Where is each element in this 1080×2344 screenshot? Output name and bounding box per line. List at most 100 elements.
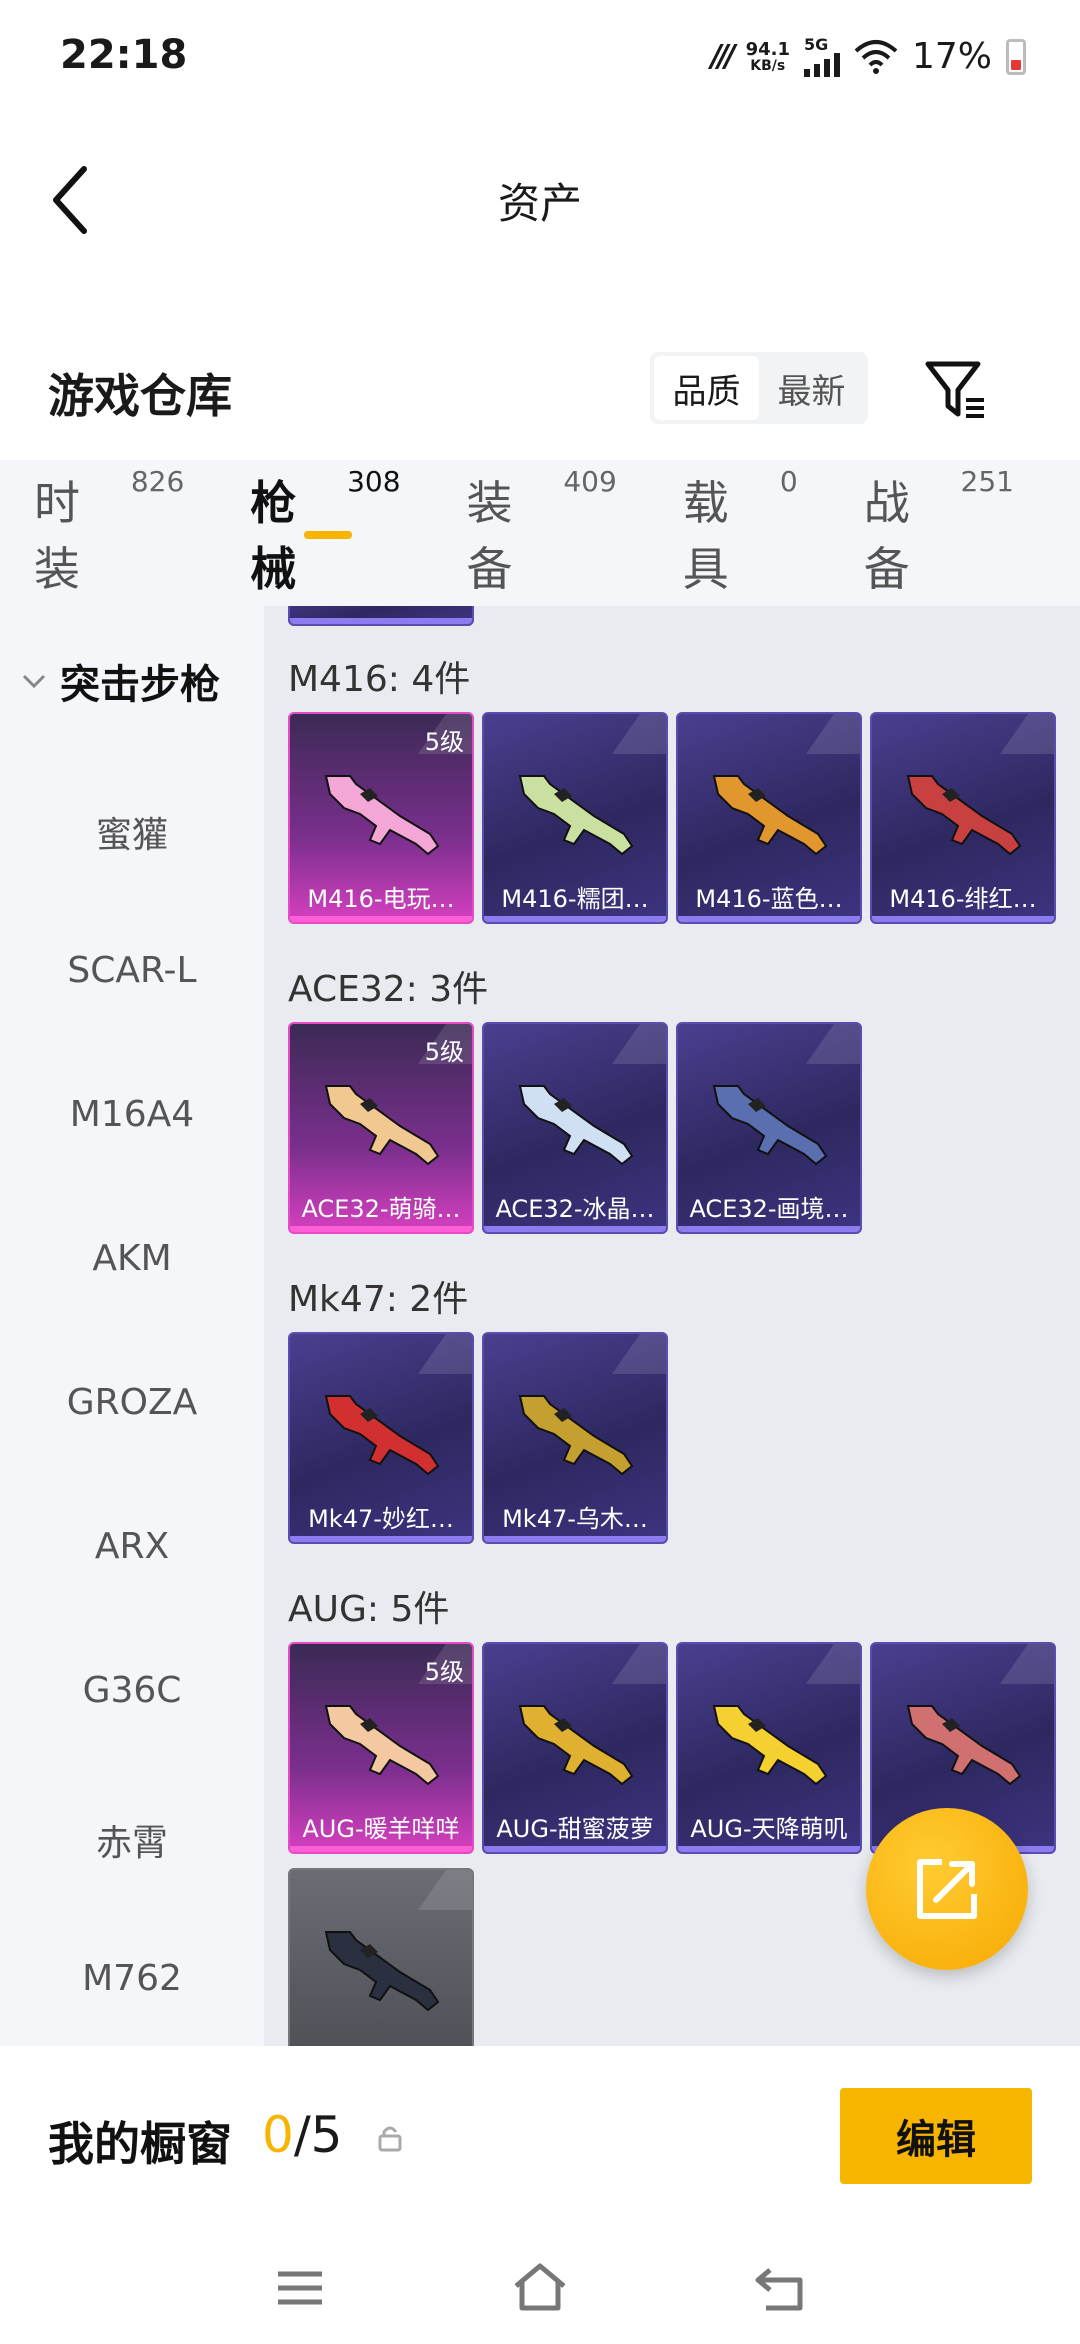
sort-quality-option[interactable]: 品质 <box>654 356 759 420</box>
menu-icon[interactable] <box>270 2258 330 2318</box>
tab-equipment[interactable]: 装备 409 <box>467 465 617 599</box>
card-decoration <box>611 1334 666 1374</box>
weapon-name: M416-蓝色… <box>695 885 843 913</box>
network-speed: 94.1 KB/s <box>745 38 790 74</box>
weapon-name: Mk47-乌木… <box>502 1505 648 1533</box>
rarity-bar <box>290 916 472 922</box>
sidebar-item[interactable]: ARX <box>0 1526 264 1567</box>
weapon-card[interactable]: Mk47-妙红… <box>288 1332 474 1544</box>
sidebar-item[interactable]: SCAR-L <box>0 950 264 991</box>
weapon-card[interactable]: 5级 ACE32-萌骑… <box>288 1022 474 1234</box>
card-decoration <box>999 1644 1054 1684</box>
weapon-type-sidebar: 突击步枪 蜜獾 SCAR-L M16A4 AKM GROZA ARX G36C … <box>0 606 264 2046</box>
group-title: M416: 4件 <box>288 659 471 700</box>
rarity-bar <box>290 1846 472 1852</box>
tab-vehicles[interactable]: 载具 0 <box>683 465 798 599</box>
filter-button[interactable] <box>920 354 990 424</box>
weapon-card[interactable] <box>288 1868 474 2046</box>
card-decoration <box>611 714 666 754</box>
filter-icon <box>925 361 984 418</box>
tier-badge: 5级 <box>424 1038 464 1066</box>
rarity-bar <box>290 1536 472 1542</box>
sidebar-item[interactable]: GROZA <box>0 1382 264 1423</box>
group-title: AUG: 5件 <box>288 1589 450 1630</box>
rarity-bar <box>872 916 1054 922</box>
weapon-card[interactable]: M416-蓝色… <box>676 712 862 924</box>
weapon-card[interactable]: M416-绯红… <box>870 712 1056 924</box>
rarity-bar <box>484 1536 666 1542</box>
card-decoration <box>805 1644 860 1684</box>
card-decoration <box>805 714 860 754</box>
tab-firearms[interactable]: 枪械 308 <box>250 465 400 599</box>
sidebar-item[interactable]: AKM <box>0 1238 264 1279</box>
sidebar-group-assault-rifle[interactable]: 突击步枪 <box>22 652 220 710</box>
weapon-card-partial[interactable] <box>288 606 474 626</box>
tier-badge: 5级 <box>424 728 464 756</box>
status-time: 22:18 <box>60 32 188 78</box>
battery-percent: 17% <box>911 36 992 77</box>
rifle-icon <box>906 1705 1022 1786</box>
sort-newest-option[interactable]: 最新 <box>759 356 864 420</box>
back-nav-icon[interactable] <box>750 2258 810 2318</box>
weapon-card[interactable]: AUG-甜蜜菠萝 <box>482 1642 668 1854</box>
rifle-icon <box>518 1705 634 1786</box>
weapon-name: AUG-天降萌叽 <box>690 1815 848 1843</box>
weapon-name: ACE32-冰晶… <box>495 1195 655 1223</box>
card-decoration <box>417 1870 472 1910</box>
battery-icon <box>1006 38 1026 75</box>
share-button[interactable] <box>866 1808 1028 1970</box>
lock-icon <box>378 2126 402 2152</box>
rarity-bar <box>678 916 860 922</box>
weapon-name: ACE32-萌骑… <box>301 1195 461 1223</box>
group-title: Mk47: 2件 <box>288 1279 469 1320</box>
weapon-card[interactable]: 5级 M416-电玩… <box>288 712 474 924</box>
warehouse-title: 游戏仓库 <box>48 369 232 423</box>
home-icon[interactable] <box>510 2258 570 2318</box>
rifle-icon <box>324 1705 440 1786</box>
tab-supplies[interactable]: 战备 251 <box>864 465 1014 599</box>
weapon-card[interactable]: AUG-天降萌叽 <box>676 1642 862 1854</box>
status-icons: /// 94.1 KB/s 5G 17% <box>711 36 1026 77</box>
weapon-name: AUG-暖羊咩咩 <box>302 1815 460 1843</box>
tab-fashion[interactable]: 时装 826 <box>34 465 184 599</box>
weapon-card[interactable]: 5级 AUG-暖羊咩咩 <box>288 1642 474 1854</box>
sidebar-item[interactable]: 蜜獾 <box>0 806 264 858</box>
edit-button[interactable]: 编辑 <box>840 2088 1032 2184</box>
rifle-icon <box>712 1085 828 1166</box>
rarity-bar <box>290 1226 472 1232</box>
weapon-name: Mk47-妙红… <box>308 1505 454 1533</box>
sidebar-item[interactable]: 赤霄 <box>0 1814 264 1866</box>
chevron-down-icon <box>22 674 46 689</box>
showcase-label: 我的橱窗 <box>48 2117 232 2171</box>
category-tabs: 时装 826 枪械 308 装备 409 载具 0 战备 251 <box>0 460 1080 606</box>
card-decoration <box>611 1644 666 1684</box>
rarity-bar <box>484 1226 666 1232</box>
card-decoration <box>999 714 1054 754</box>
weapon-card[interactable]: M416-糯团… <box>482 712 668 924</box>
sidebar-item[interactable]: M16A4 <box>0 1094 264 1135</box>
weapon-card[interactable]: ACE32-画境… <box>676 1022 862 1234</box>
showcase-count: 0/5 <box>262 2106 343 2164</box>
sidebar-item[interactable]: M762 <box>0 1958 264 1999</box>
rarity-bar <box>484 1846 666 1852</box>
page-title: 资产 <box>497 179 582 228</box>
sort-toggle: 品质 最新 <box>650 352 868 424</box>
card-decoration <box>805 1024 860 1064</box>
group-title: ACE32: 3件 <box>288 969 489 1010</box>
card-decoration <box>611 1024 666 1064</box>
weapon-card[interactable]: Mk47-乌木… <box>482 1332 668 1544</box>
carrier-logo-icon: /// <box>710 39 736 74</box>
rifle-icon <box>712 1705 828 1786</box>
weapon-name: M416-绯红… <box>889 885 1037 913</box>
rifle-icon <box>324 775 440 856</box>
share-icon <box>917 1859 977 1919</box>
sidebar-item[interactable]: G36C <box>0 1670 264 1711</box>
rifle-icon <box>518 775 634 856</box>
rarity-bar <box>484 916 666 922</box>
weapon-card[interactable]: ACE32-冰晶… <box>482 1022 668 1234</box>
rifle-icon <box>324 1931 440 2012</box>
signal-icon: 5G <box>803 36 840 77</box>
active-tab-indicator <box>304 531 353 539</box>
rifle-icon <box>324 1395 440 1476</box>
rarity-bar <box>678 1846 860 1852</box>
